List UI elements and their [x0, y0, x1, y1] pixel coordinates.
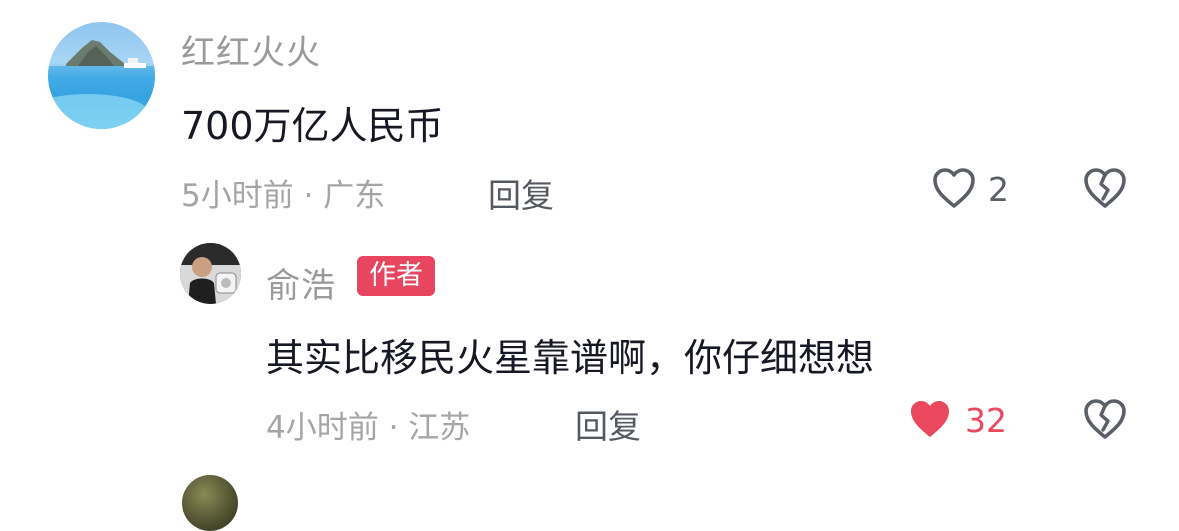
reply-button[interactable]: 回复 [488, 169, 554, 217]
like-count: 2 [988, 170, 1009, 209]
author-badge: 作者 [357, 256, 435, 296]
like-button[interactable] [931, 166, 977, 210]
reply-username[interactable]: 俞浩 [266, 258, 336, 307]
reply-button[interactable]: 回复 [575, 400, 641, 448]
avatar-island-image [48, 40, 155, 129]
avatar[interactable] [180, 243, 241, 304]
broken-heart-icon [1084, 168, 1126, 208]
like-button[interactable] [907, 397, 953, 441]
comment-content: 700万亿人民币 [181, 104, 444, 148]
avatar-person-image [180, 243, 241, 304]
reply-meta: 4小时前 · 江苏 [266, 410, 471, 446]
heart-filled-icon [911, 401, 949, 437]
avatar[interactable] [48, 22, 155, 129]
dislike-button[interactable] [1082, 166, 1128, 210]
comment-username[interactable]: 红红火火 [181, 25, 321, 74]
avatar[interactable] [182, 475, 238, 531]
comment-meta: 5小时前 · 广东 [181, 178, 386, 214]
heart-outline-icon [933, 168, 975, 208]
like-count: 32 [965, 401, 1007, 440]
reply-content: 其实比移民火星靠谱啊，你仔细想想 [266, 336, 875, 380]
dislike-button[interactable] [1082, 397, 1128, 441]
broken-heart-icon [1084, 399, 1126, 439]
